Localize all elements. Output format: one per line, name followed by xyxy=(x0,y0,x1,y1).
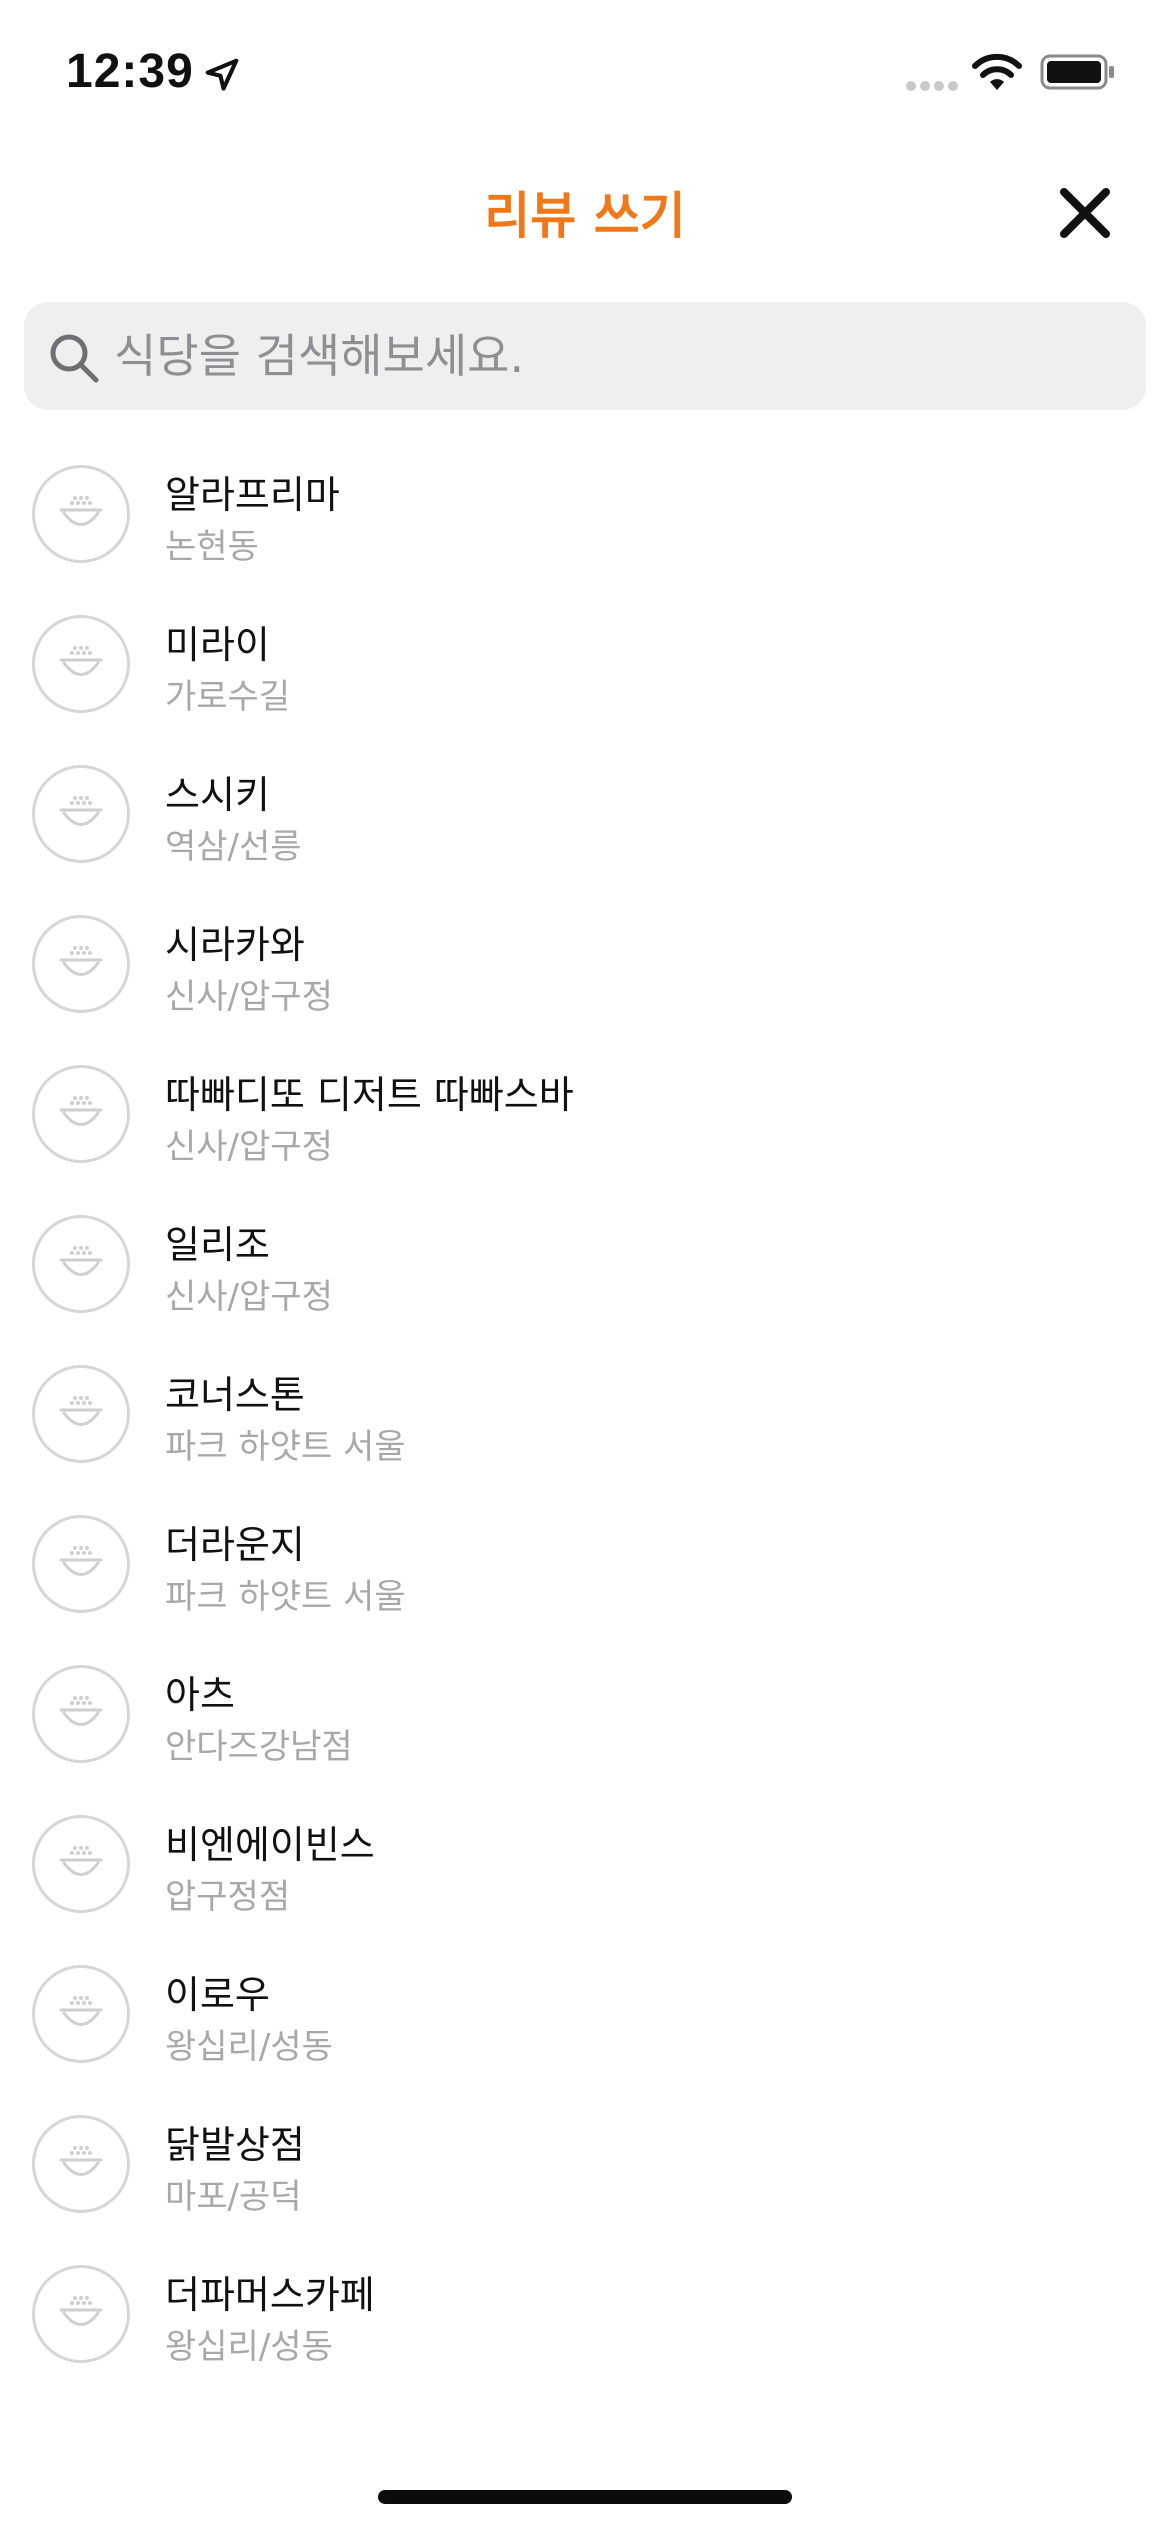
bowl-icon xyxy=(59,2146,103,2176)
restaurant-area: 마포/공덕 xyxy=(165,2177,302,2217)
bowl-icon xyxy=(59,2296,103,2326)
restaurant-avatar xyxy=(32,2265,130,2363)
restaurant-name: 스시키 xyxy=(165,773,270,817)
close-icon xyxy=(1060,188,1110,238)
restaurant-name: 일리조 xyxy=(165,1223,270,1267)
restaurant-name: 이로우 xyxy=(165,1973,270,2017)
close-button[interactable] xyxy=(1050,178,1120,248)
restaurant-avatar xyxy=(32,1965,130,2063)
restaurant-area: 신사/압구정 xyxy=(165,1127,333,1167)
restaurant-name: 시라카와 xyxy=(165,923,305,967)
restaurant-area: 왕십리/성동 xyxy=(165,2027,333,2067)
restaurant-area: 안다즈강남점 xyxy=(165,1727,353,1767)
search-input[interactable] xyxy=(114,302,1114,410)
restaurant-list-item[interactable]: 시라카와 신사/압구정 xyxy=(0,900,1170,1050)
search-bar[interactable] xyxy=(24,302,1146,410)
restaurant-avatar xyxy=(32,2115,130,2213)
restaurant-name: 아츠 xyxy=(165,1673,235,1717)
bowl-icon xyxy=(59,646,103,676)
restaurant-list-item[interactable]: 코너스톤 파크 하얏트 서울 xyxy=(0,1350,1170,1500)
status-bar: 12:39 xyxy=(0,0,1170,150)
restaurant-area: 압구정점 xyxy=(165,1877,291,1917)
restaurant-area: 논현동 xyxy=(165,527,259,567)
restaurant-list-item[interactable]: 일리조 신사/압구정 xyxy=(0,1200,1170,1350)
restaurant-list-item[interactable]: 스시키 역삼/선릉 xyxy=(0,750,1170,900)
bowl-icon xyxy=(59,1996,103,2026)
review-write-screen: 12:39 리뷰 쓰기 식당을 검색해보세요. 알라프리마 논현동 미라이 가로… xyxy=(0,0,1170,2532)
restaurant-area: 신사/압구정 xyxy=(165,977,333,1017)
restaurant-avatar xyxy=(32,1515,130,1613)
bowl-icon xyxy=(59,946,103,976)
bowl-icon xyxy=(59,1096,103,1126)
restaurant-avatar xyxy=(32,1215,130,1313)
bowl-icon xyxy=(59,496,103,526)
restaurant-list-item[interactable]: 닭발상점 마포/공덕 xyxy=(0,2100,1170,2250)
restaurant-list[interactable]: 알라프리마 논현동 미라이 가로수길 스시키 역삼/선릉 시라카와 신사/압구정… xyxy=(0,450,1170,2430)
restaurant-avatar xyxy=(32,1365,130,1463)
header: 리뷰 쓰기 xyxy=(0,160,1170,250)
battery-icon xyxy=(1040,54,1114,90)
search-icon xyxy=(50,334,99,383)
restaurant-avatar xyxy=(32,1065,130,1163)
bowl-icon xyxy=(59,1696,103,1726)
restaurant-list-item[interactable]: 비엔에이빈스 압구정점 xyxy=(0,1800,1170,1950)
location-arrow-icon xyxy=(205,58,239,91)
restaurant-name: 코너스톤 xyxy=(165,1373,305,1417)
bowl-icon xyxy=(59,1246,103,1276)
restaurant-name: 미라이 xyxy=(165,623,270,667)
restaurant-avatar xyxy=(32,1665,130,1763)
restaurant-name: 닭발상점 xyxy=(165,2123,305,2167)
restaurant-area: 가로수길 xyxy=(165,677,291,717)
restaurant-area: 왕십리/성동 xyxy=(165,2327,333,2367)
restaurant-name: 따빠디또 디저트 따빠스바 xyxy=(165,1073,574,1117)
bowl-icon xyxy=(59,1546,103,1576)
restaurant-list-item[interactable]: 더파머스카페 왕십리/성동 xyxy=(0,2250,1170,2400)
bowl-icon xyxy=(59,1846,103,1876)
restaurant-name: 알라프리마 xyxy=(165,473,340,517)
wifi-icon xyxy=(972,53,1022,90)
restaurant-avatar xyxy=(32,1815,130,1913)
restaurant-avatar xyxy=(32,915,130,1013)
restaurant-area: 파크 하얏트 서울 xyxy=(165,1427,406,1467)
home-indicator[interactable] xyxy=(378,2490,792,2504)
restaurant-area: 신사/압구정 xyxy=(165,1277,333,1317)
signal-icon xyxy=(906,81,958,91)
restaurant-list-item[interactable]: 미라이 가로수길 xyxy=(0,600,1170,750)
bowl-icon xyxy=(59,1396,103,1426)
restaurant-list-item[interactable]: 알라프리마 논현동 xyxy=(0,450,1170,600)
page-title: 리뷰 쓰기 xyxy=(484,187,686,245)
restaurant-name: 비엔에이빈스 xyxy=(165,1823,375,1867)
bowl-icon xyxy=(59,796,103,826)
restaurant-list-item[interactable]: 이로우 왕십리/성동 xyxy=(0,1950,1170,2100)
restaurant-list-item[interactable]: 더라운지 파크 하얏트 서울 xyxy=(0,1500,1170,1650)
restaurant-area: 파크 하얏트 서울 xyxy=(165,1577,406,1617)
restaurant-area: 역삼/선릉 xyxy=(165,827,302,867)
restaurant-name: 더라운지 xyxy=(165,1523,305,1567)
restaurant-avatar xyxy=(32,615,130,713)
restaurant-list-item[interactable]: 따빠디또 디저트 따빠스바 신사/압구정 xyxy=(0,1050,1170,1200)
restaurant-list-item[interactable]: 아츠 안다즈강남점 xyxy=(0,1650,1170,1800)
restaurant-name: 더파머스카페 xyxy=(165,2273,375,2317)
restaurant-avatar xyxy=(32,765,130,863)
restaurant-avatar xyxy=(32,465,130,563)
status-time: 12:39 xyxy=(66,45,194,98)
